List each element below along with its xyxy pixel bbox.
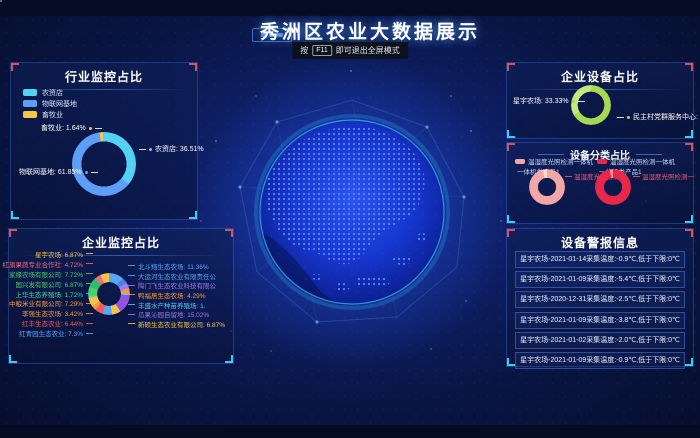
legend-label: 农资店 xyxy=(42,88,63,98)
callout-line xyxy=(578,101,585,102)
dashboard: 秀洲区农业大数据展示 按 F11 即可退出全屏模式 行业监控占比 农资店 物联网… xyxy=(0,0,700,438)
enterprise-label: 瓜果沁园自留地: 15.02% xyxy=(128,309,232,319)
legend-swatch xyxy=(23,89,37,96)
alarm-row[interactable]: 星宇农场-2021-01-14采集温度:-0.9℃,低于下限:0℃ xyxy=(515,251,685,268)
alarm-row[interactable]: 星宇农场-2021-01-09采集温度:-5.4℃,低于下限:0℃ xyxy=(515,271,685,288)
enterprise-label: 红青园生态农业: 7.3% xyxy=(9,328,93,338)
enterprise-label: 新硕生态农业有限公司: 6.87% xyxy=(128,319,232,329)
enterprise-label: 家缘农场有限公司: 7.72% xyxy=(9,269,93,279)
panel-title-industry: 行业监控占比 xyxy=(11,68,197,85)
enterprise-label: 鸭福居生态农场: 4.29% xyxy=(128,290,232,300)
category-legend-right[interactable]: 温湿度光照检测一体机 xyxy=(597,156,675,166)
dot-icon xyxy=(572,100,575,103)
alarm-row[interactable]: 星宇农场-2020-12-31采集温度:-2.5℃,低于下限:0℃ xyxy=(515,291,685,308)
legend-swatch xyxy=(515,159,525,164)
callout-line xyxy=(95,128,102,129)
globe-graphic xyxy=(222,82,482,342)
dot-icon xyxy=(89,127,92,130)
legend-label: 物联网基地 xyxy=(42,99,77,109)
bottom-band xyxy=(0,425,700,438)
fullscreen-tip-prefix: 按 xyxy=(300,45,308,56)
enterprise-label: 星宇农场: 6.87% xyxy=(9,249,93,259)
callout-line xyxy=(128,314,135,315)
enterprise-label: 大运河生态农业有限责任公 xyxy=(128,271,232,281)
legend-item[interactable]: 物联网基地 xyxy=(23,98,77,109)
top-band xyxy=(0,0,700,16)
category-donut-right[interactable] xyxy=(595,169,631,205)
callout-line xyxy=(128,285,135,286)
callout-line xyxy=(565,176,572,177)
legend-item[interactable]: 农资店 xyxy=(23,87,77,98)
dot-icon xyxy=(149,148,152,151)
enterprise-labels-right: 北斗翔生态农场: 11.36% 大运河生态农业有限责任公 陶门飞生态农业科技有限… xyxy=(128,261,232,329)
background-particles xyxy=(0,0,2,2)
category-donut-left[interactable] xyxy=(529,169,565,205)
enterprise-label: 国兴发有限公司: 6.87% xyxy=(9,279,93,289)
panel-title-device-ratio: 企业设备占比 xyxy=(507,68,693,85)
callout-service-center: 民主村党群服务中心: xyxy=(617,112,698,122)
callout-line xyxy=(128,304,135,305)
enterprise-label: 陶门飞生态农业科技有限公 xyxy=(128,280,232,290)
alarm-list: 星宇农场-2021-01-14采集温度:-0.9℃,低于下限:0℃ 星宇农场-2… xyxy=(515,251,685,372)
legend-label: 畜牧业 xyxy=(42,110,63,120)
callout-line xyxy=(86,263,93,264)
callout-iot: 物联网基地: 61.85% xyxy=(19,167,98,177)
enterprise-label: 北斗翔生态农场: 11.36% xyxy=(128,261,232,271)
callout-line xyxy=(86,273,93,274)
callout-line xyxy=(86,323,93,324)
fullscreen-tip: 按 F11 即可退出全屏模式 xyxy=(292,42,408,59)
panel-enterprise-monitoring: 企业监控占比 星宇农场: 6.87% 红旗果蔬专业合作社: 4.72% 家缘农场… xyxy=(8,228,234,364)
callout-line xyxy=(86,333,93,334)
callout-line xyxy=(633,176,640,177)
callout-line xyxy=(617,117,624,118)
page-title: 秀洲区农业大数据展示 xyxy=(0,17,700,44)
callout-line xyxy=(128,323,135,324)
enterprise-donut-chart[interactable] xyxy=(88,273,130,315)
callout-line xyxy=(128,275,135,276)
f11-key-badge: F11 xyxy=(312,45,332,56)
alarm-row[interactable]: 星宇农场-2021-01-09采集温度:-3.8℃,低于下限:0℃ xyxy=(515,312,685,329)
alarm-row[interactable]: 星宇农场-2021-01-09采集温度:-0.9℃,低于下限:0℃ xyxy=(515,352,685,369)
enterprise-label: 丰盛水产种苗养殖场: 1. xyxy=(128,300,232,310)
callout-line xyxy=(128,294,135,295)
callout-store: 农资店: 36.51% xyxy=(139,144,204,154)
panel-title-alarms: 设备警报信息 xyxy=(507,234,693,251)
dot-icon xyxy=(85,171,88,174)
enterprise-label: 上华生态养殖场: 1.72% xyxy=(9,289,93,299)
industry-donut-chart[interactable] xyxy=(72,132,136,196)
category-callout-right: 温湿度光照检测一 xyxy=(633,171,694,181)
callout-line xyxy=(91,172,98,173)
callout-livestock: 畜牧业: 1.64% xyxy=(41,123,102,133)
callout-line xyxy=(128,265,135,266)
fullscreen-tip-suffix: 即可退出全屏模式 xyxy=(336,45,400,56)
alarm-row[interactable]: 星宇农场-2021-01-02采集温度:-2.0℃,低于下限:0℃ xyxy=(515,332,685,349)
callout-line xyxy=(86,253,93,254)
legend-swatch xyxy=(23,111,37,118)
legend-item[interactable]: 畜牧业 xyxy=(23,109,77,120)
panel-device-ratio: 企业设备占比 星宇农场: 33.33% 民主村党群服务中心: xyxy=(506,62,694,139)
callout-xingyu-farm: 星宇农场: 33.33% xyxy=(513,96,585,106)
callout-line xyxy=(139,149,146,150)
panel-device-alarms: 设备警报信息 星宇农场-2021-01-14采集温度:-0.9℃,低于下限:0℃… xyxy=(506,228,694,367)
legend-swatch xyxy=(23,100,37,107)
panel-device-category: 设备分类占比 温湿度光照检测一体机 一体机类产品1 温湿度光照检测一 温湿度光照… xyxy=(506,142,694,224)
callout-line xyxy=(86,313,93,314)
category-legend-left[interactable]: 温湿度光照检测一体机 xyxy=(515,156,593,166)
legend-swatch xyxy=(597,159,607,164)
enterprise-label: 红旗果蔬专业合作社: 4.72% xyxy=(9,259,93,269)
enterprise-labels-left: 星宇农场: 6.87% 红旗果蔬专业合作社: 4.72% 家缘农场有限公司: 7… xyxy=(9,249,93,338)
dot-icon xyxy=(627,116,630,119)
industry-legend: 农资店 物联网基地 畜牧业 xyxy=(23,87,77,120)
enterprise-label: 中粮米业有限公司: 7.29% xyxy=(9,298,93,308)
enterprise-label: 李强生态农场: 3.42% xyxy=(9,308,93,318)
panel-industry-monitoring: 行业监控占比 农资店 物联网基地 畜牧业 畜牧业 xyxy=(10,62,198,220)
enterprise-label: 红丰生态农业: 6.44% xyxy=(9,318,93,328)
